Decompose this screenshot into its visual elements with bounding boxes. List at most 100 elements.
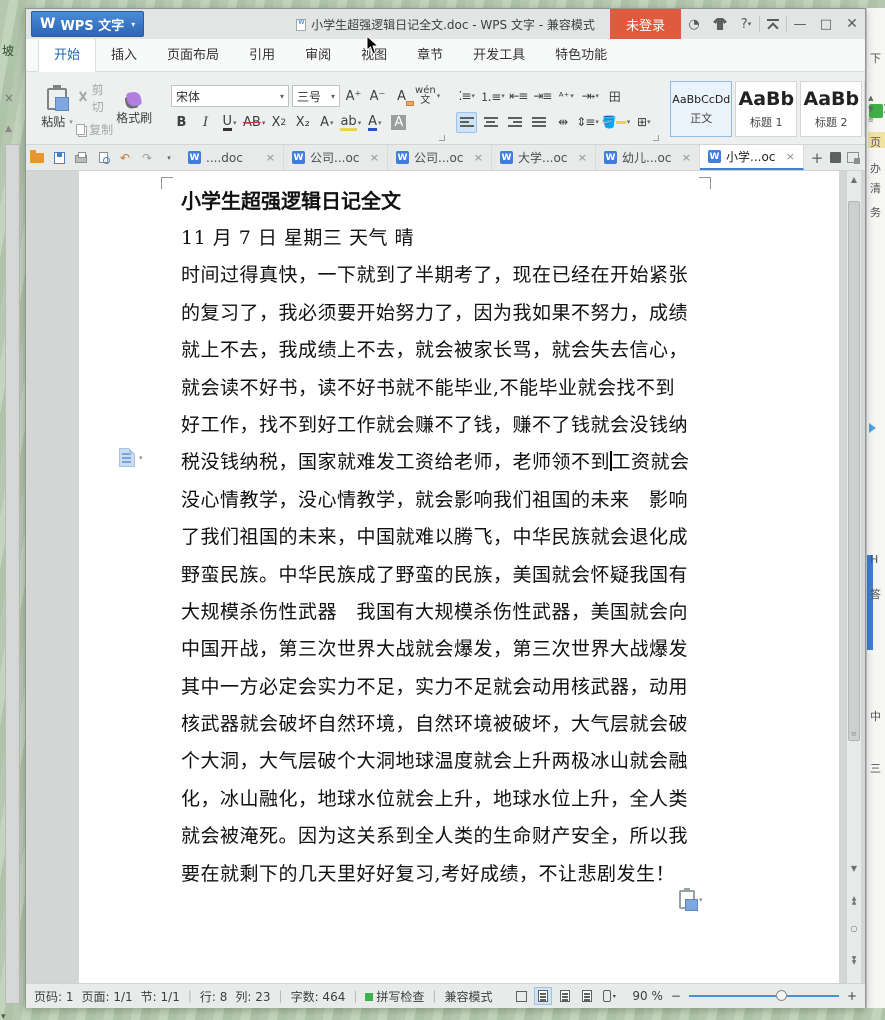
scrollbar-thumb[interactable]: ≡ (848, 201, 860, 741)
font-dialog-launcher[interactable] (439, 135, 446, 141)
doc-tab-幼儿...oc[interactable]: W 幼儿...oc × (596, 145, 700, 170)
spellcheck-status[interactable]: 拼写检查 (365, 988, 424, 1005)
styles-scroll-down-icon[interactable]: ▼ (868, 105, 873, 113)
feedback-icon[interactable]: ◔ (681, 9, 707, 39)
document-line[interactable]: 中国开战，第三次世界大战就会爆发，第三次世界大战爆发 (181, 631, 693, 668)
underline-button[interactable]: U ▾ (219, 112, 240, 133)
styles-scroll[interactable]: ▲ ▼ ≡ (864, 81, 876, 137)
save-button[interactable] (48, 145, 70, 170)
document-line[interactable]: 要在就剩下的几天里好好复习,考好成绩，不让悲剧发生！ (181, 856, 693, 893)
borders-button[interactable]: ⊞ ▾ (633, 112, 654, 133)
page[interactable]: 小学生超强逻辑日记全文 11 月 7 日 星期三 天气 晴时间过得真快，一下就到… (79, 171, 839, 983)
numbered-list-button[interactable]: ⒈≡ ▾ (480, 86, 505, 107)
align-right-button[interactable] (504, 112, 525, 133)
close-tab-icon[interactable]: × (370, 151, 379, 164)
doc-tab-小学...oc[interactable]: W 小学...oc × (700, 145, 804, 170)
subscript-button[interactable]: X₂ (292, 112, 313, 133)
styles-scroll-up-icon[interactable]: ▲ (868, 94, 873, 102)
style-正文[interactable]: AaBbCcDd 正文 (670, 81, 733, 137)
superscript-button[interactable]: X2 (268, 112, 289, 133)
login-button[interactable]: 未登录 (609, 9, 681, 39)
wps-app-button[interactable]: W WPS 文字 ▾ (31, 11, 145, 37)
decrease-indent-button[interactable]: ⇤≡ (508, 86, 529, 107)
document-title[interactable]: 小学生超强逻辑日记全文 (181, 183, 693, 220)
italic-button[interactable]: I (195, 112, 216, 133)
phonetic-guide-button[interactable]: wén 文 ▾ (415, 86, 440, 107)
scroll-down-button[interactable]: ▼ (847, 864, 861, 873)
print-button[interactable] (70, 145, 92, 170)
strikethrough-button[interactable]: AB ▾ (243, 112, 265, 133)
menu-tab-开发工具[interactable]: 开发工具 (458, 37, 540, 71)
font-color-button[interactable]: A ▾ (364, 112, 385, 133)
document-line[interactable]: 核武器就会破坏自然环境，自然环境被破坏，大气层就会破 (181, 706, 693, 743)
document-line[interactable]: 税没钱纳税，国家就难发工资给老师，老师领不到工资就会 (181, 444, 693, 481)
open-file-button[interactable] (26, 145, 48, 170)
quickbar-dropdown[interactable]: ▾ (158, 145, 180, 170)
char-shading-button[interactable]: A (388, 112, 409, 133)
skin-icon[interactable] (707, 9, 733, 39)
clear-format-button[interactable]: A (391, 86, 415, 107)
help-button[interactable]: ? ▾ (733, 9, 759, 39)
font-size-combo[interactable]: 三号 ▾ (292, 85, 341, 107)
doc-tab-公司...oc[interactable]: W 公司...oc × (388, 145, 492, 170)
autotext-widget[interactable]: ▾ (119, 448, 143, 467)
web-view-button[interactable] (578, 987, 596, 1005)
zoom-out-button[interactable]: − (671, 989, 681, 1003)
page-view-button[interactable] (534, 987, 553, 1005)
mobile-view-button[interactable]: ▾ (600, 987, 618, 1005)
maximize-button[interactable]: □ (813, 9, 839, 39)
align-left-button[interactable] (456, 111, 478, 133)
previous-page-button[interactable]: ▲ ▲ (847, 896, 861, 906)
shading-button[interactable]: 🪣 ▾ (602, 112, 630, 133)
close-tab-icon[interactable]: × (578, 151, 587, 164)
minimize-button[interactable]: — (787, 9, 813, 39)
document-line[interactable]: 大规模杀伤性武器 我国有大规模杀伤性武器，美国就会向 (181, 594, 693, 631)
document-line[interactable]: 野蛮民族。中华民族成了野蛮的民族，美国就会怀疑我国有 (181, 557, 693, 594)
menu-tab-章节[interactable]: 章节 (402, 37, 458, 71)
paste-button[interactable]: 粘贴 ▾ (38, 76, 76, 142)
insert-table-icon[interactable]: 田 (604, 86, 625, 107)
format-painter-button[interactable]: 格式刷 (113, 76, 155, 142)
fullscreen-view-button[interactable] (512, 987, 530, 1005)
doc-tab-公司...oc[interactable]: W 公司...oc × (284, 145, 388, 170)
document-line[interactable]: 的复习了，我必须要开始努力了，因为我如果不努力，成绩 (181, 295, 693, 332)
paragraph-dialog-launcher[interactable] (653, 135, 660, 141)
document-text[interactable]: 小学生超强逻辑日记全文 11 月 7 日 星期三 天气 晴时间过得真快，一下就到… (181, 183, 693, 893)
document-line[interactable]: 时间过得真快，一下就到了半期考了，现在已经在开始紧张 (181, 257, 693, 294)
align-center-button[interactable] (480, 112, 501, 133)
bold-button[interactable]: B (171, 112, 192, 133)
shrink-font-button[interactable]: A⁻ (367, 86, 388, 107)
tab-list-icon[interactable] (830, 152, 841, 163)
collapse-ribbon-button[interactable] (760, 9, 786, 39)
close-tab-icon[interactable]: × (474, 151, 483, 164)
document-line[interactable]: 其中一方必定会实力不足，实力不足就会动用核武器，动用 (181, 669, 693, 706)
print-preview-button[interactable] (92, 145, 114, 170)
increase-indent-button[interactable]: ⇥≡ (532, 86, 553, 107)
document-line[interactable]: 个大洞，大气层破个大洞地球温度就会上升两极冰山就会融 (181, 743, 693, 780)
line-spacing-button[interactable]: ⇕≡ ▾ (576, 112, 599, 133)
outline-view-button[interactable] (556, 987, 574, 1005)
restore-pane-icon[interactable] (847, 152, 860, 164)
grow-font-button[interactable]: A⁺ (343, 86, 364, 107)
font-name-combo[interactable]: 宋体 ▾ (171, 85, 290, 107)
document-line[interactable]: 好工作，找不到好工作就会赚不了钱，赚不了钱就会没钱纳 (181, 407, 693, 444)
scroll-up-button[interactable]: ▲ (847, 175, 861, 184)
styles-more-icon[interactable]: ≡ (868, 116, 874, 124)
redo-button[interactable]: ↷ (136, 145, 158, 170)
justify-button[interactable] (528, 112, 549, 133)
document-line[interactable]: 了我们祖国的未来，中国就难以腾飞，中华民族就会退化成 (181, 519, 693, 556)
close-tab-icon[interactable]: × (682, 151, 691, 164)
doc-tab-大学...oc[interactable]: W 大学...oc × (492, 145, 596, 170)
undo-button[interactable]: ↶ (114, 145, 136, 170)
zoom-in-button[interactable]: + (847, 989, 857, 1003)
distribute-button[interactable]: ⇹ (552, 112, 573, 133)
menu-tab-审阅[interactable]: 审阅 (290, 37, 346, 71)
menu-tab-页面布局[interactable]: 页面布局 (152, 37, 234, 71)
paste-options-widget[interactable]: ▾ (679, 888, 703, 911)
document-line[interactable]: 就上不去，我成绩上不去，就会被家长骂，就会失去信心， (181, 332, 693, 369)
vertical-scrollbar[interactable]: ▲ ≡ ▼ ▲ ▲ ○ ▼ ▼ (846, 171, 861, 983)
bullet-list-button[interactable]: ⁚≡ ▾ (456, 86, 477, 107)
document-line[interactable]: 化，冰山融化，地球水位就会上升，地球水位上升，全人类 (181, 781, 693, 818)
menu-tab-特色功能[interactable]: 特色功能 (540, 37, 622, 71)
zoom-slider-thumb[interactable] (775, 990, 787, 1001)
